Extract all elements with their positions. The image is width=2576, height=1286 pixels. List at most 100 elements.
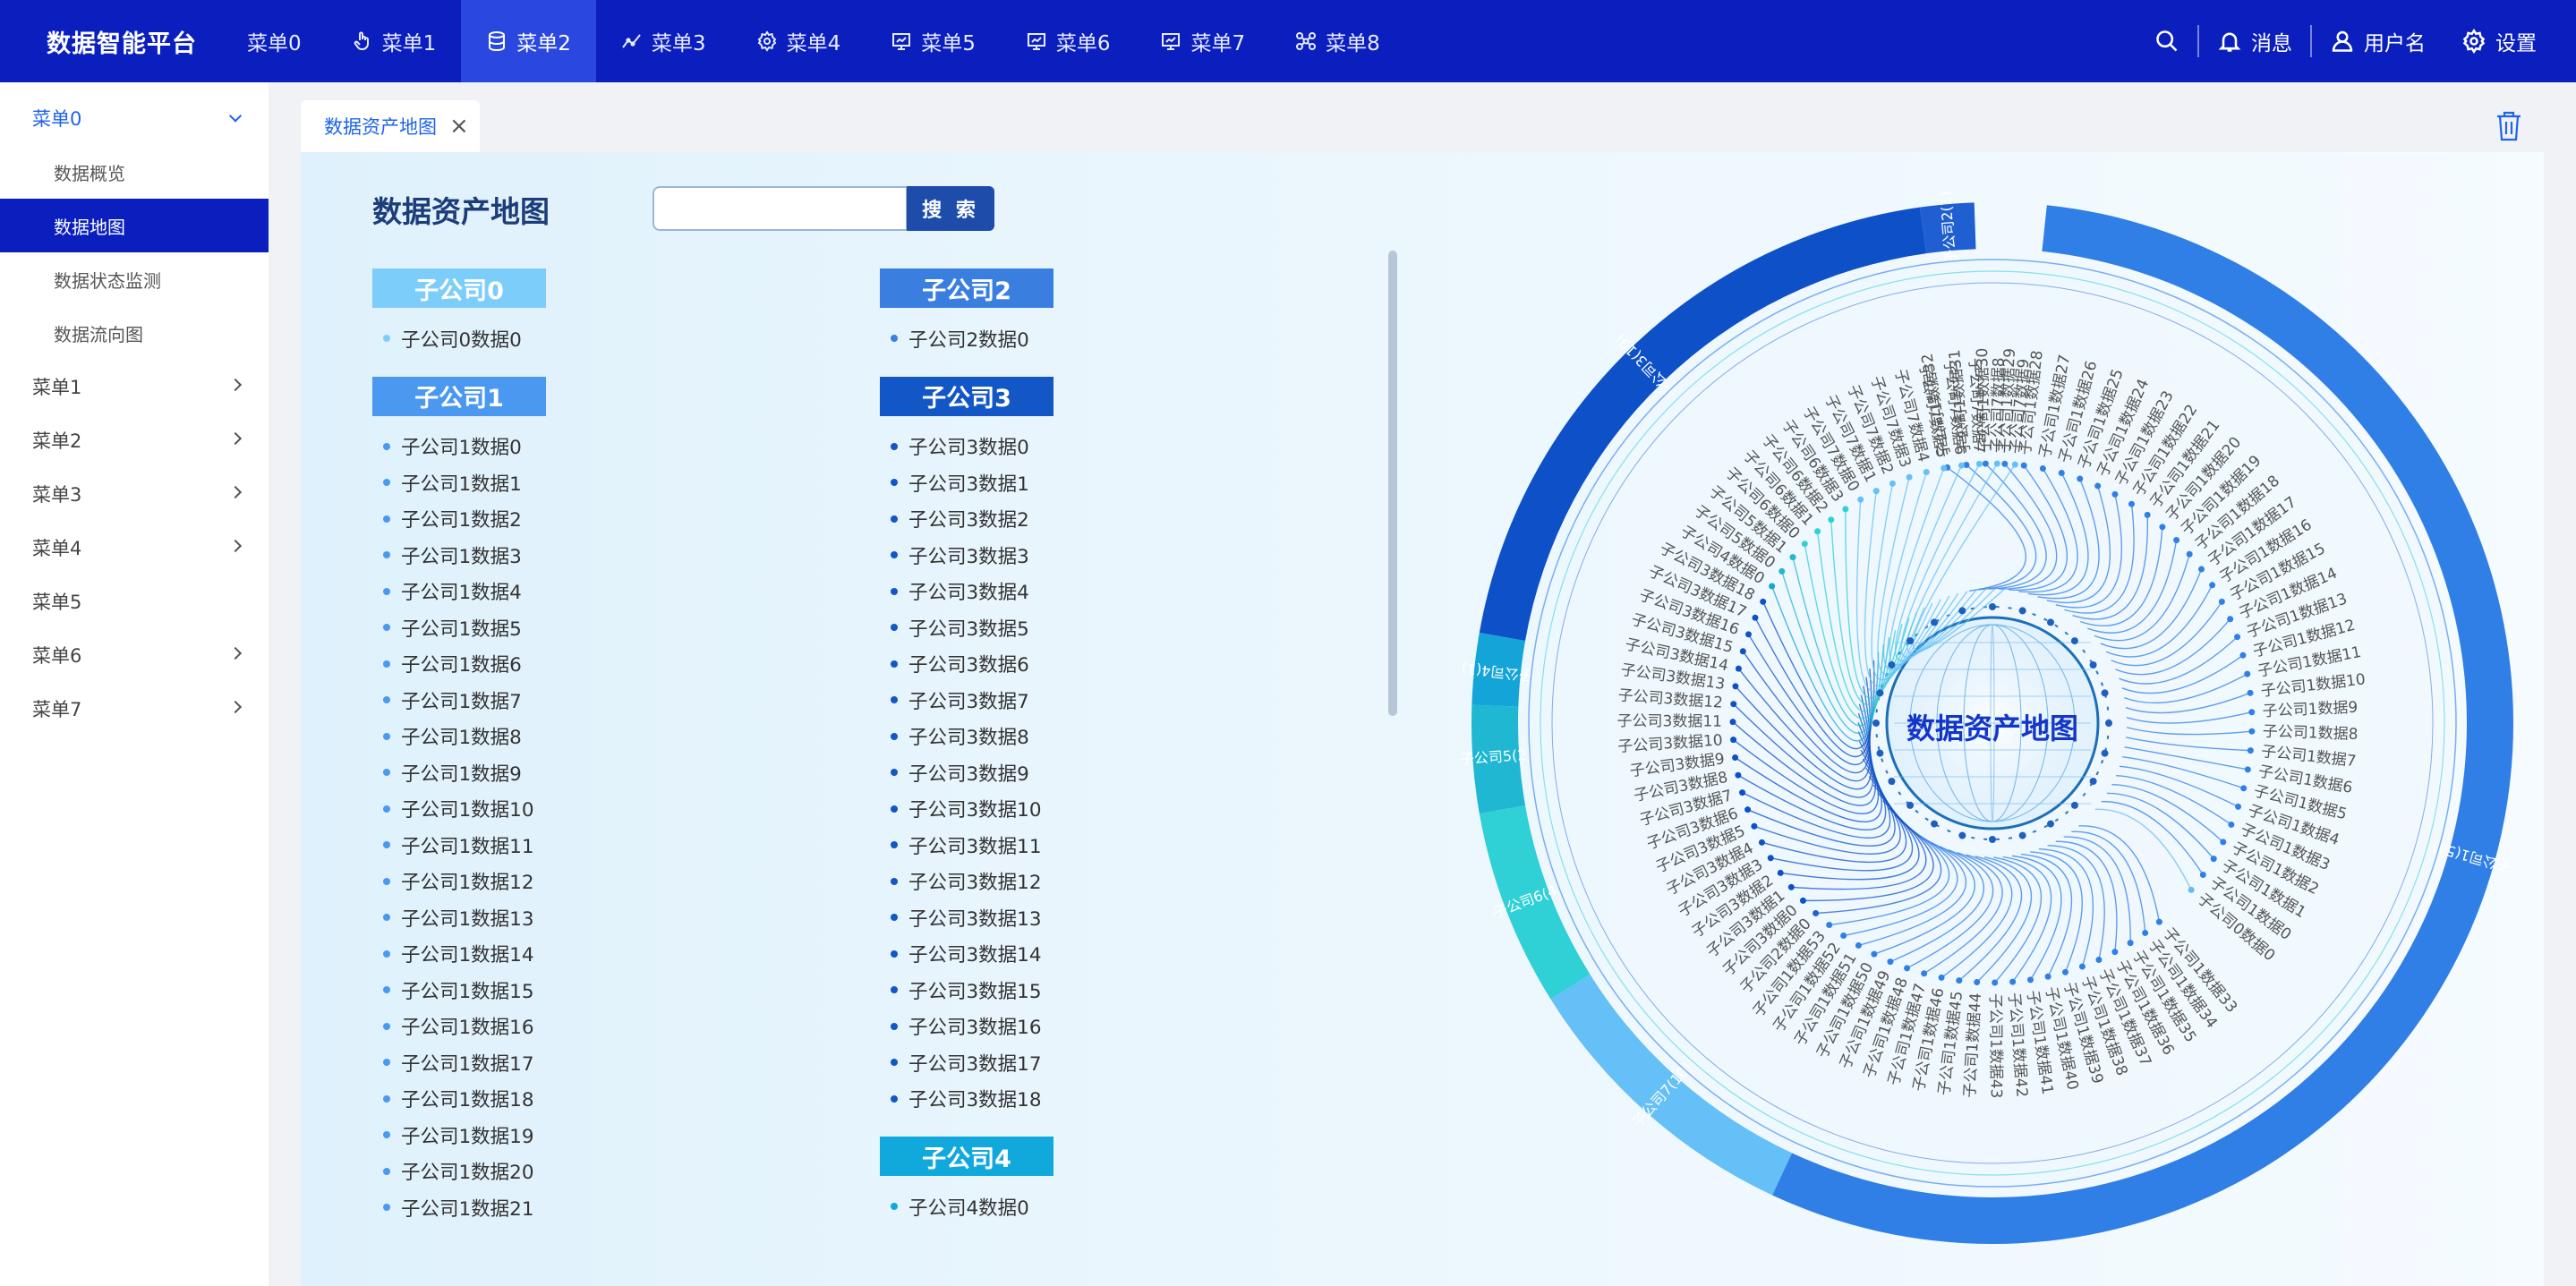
close-icon[interactable]: × <box>449 115 469 138</box>
list-item[interactable]: 子公司2数据0 <box>880 320 1301 357</box>
list-item[interactable]: 子公司1数据0 <box>372 429 793 465</box>
list-item[interactable]: 子公司3数据18 <box>880 1081 1301 1118</box>
company-header[interactable]: 子公司2 <box>880 268 1053 308</box>
leaf-node <box>2240 785 2248 792</box>
sidebar-item-menu1[interactable]: 菜单1 <box>0 360 269 413</box>
list-item[interactable]: 子公司0数据0 <box>372 320 793 357</box>
list-item-label: 子公司3数据12 <box>908 872 1042 895</box>
sidebar-item-menu5[interactable]: 菜单5 <box>0 575 269 628</box>
leaf-node <box>2077 475 2084 482</box>
list-item[interactable]: 子公司3数据5 <box>880 609 1301 646</box>
line-chart-icon <box>622 34 641 48</box>
tab-data-asset-map[interactable]: 数据资产地图 × <box>301 100 480 152</box>
list-item[interactable]: 子公司3数据4 <box>880 574 1301 610</box>
clear-tabs-button[interactable] <box>2494 109 2524 143</box>
list-item[interactable]: 子公司1数据18 <box>372 1081 793 1118</box>
list-item[interactable]: 子公司3数据11 <box>880 827 1301 864</box>
company-header[interactable]: 子公司0 <box>372 268 546 308</box>
top-menu-item-8[interactable]: 菜单8 <box>1270 0 1405 82</box>
list-item[interactable]: 子公司1数据3 <box>372 537 793 574</box>
list-item[interactable]: 子公司1数据9 <box>372 754 793 791</box>
list-item[interactable]: 子公司3数据16 <box>880 1009 1301 1045</box>
search-button[interactable] <box>2137 29 2197 54</box>
top-menu-item-1[interactable]: 菜单1 <box>327 0 462 82</box>
search-input[interactable] <box>654 188 906 229</box>
company-header[interactable]: 子公司1 <box>372 376 546 416</box>
list-item[interactable]: 子公司3数据13 <box>880 899 1301 936</box>
list-item[interactable]: 子公司1数据8 <box>372 719 793 755</box>
sidebar-subitem-overview[interactable]: 数据概览 <box>0 145 269 199</box>
list-item-label: 子公司3数据13 <box>908 907 1042 931</box>
list-item[interactable]: 子公司3数据1 <box>880 464 1301 501</box>
list-item[interactable]: 子公司1数据17 <box>372 1044 793 1081</box>
sidebar-item-menu4[interactable]: 菜单4 <box>0 521 269 575</box>
sidebar-subitem-status-monitor[interactable]: 数据状态监测 <box>0 252 269 306</box>
list-item-label: 子公司1数据12 <box>401 872 534 895</box>
list-item[interactable]: 子公司1数据16 <box>372 1009 793 1045</box>
sidebar-subitem-flow[interactable]: 数据流向图 <box>0 306 269 360</box>
leaf-node <box>2058 469 2065 476</box>
list-item[interactable]: 子公司3数据12 <box>880 864 1301 900</box>
list-item[interactable]: 子公司1数据21 <box>372 1189 793 1226</box>
user-menu[interactable]: 用户名 <box>2312 26 2444 56</box>
messages-button[interactable]: 消息 <box>2199 26 2310 56</box>
scrollbar[interactable] <box>1388 251 1397 716</box>
list-item[interactable]: 子公司1数据12 <box>372 864 793 900</box>
list-item[interactable]: 子公司1数据13 <box>372 899 793 936</box>
list-item[interactable]: 子公司3数据17 <box>880 1044 1301 1081</box>
top-menu-item-5[interactable]: 菜单5 <box>866 0 1001 82</box>
list-item[interactable]: 子公司3数据15 <box>880 972 1301 1009</box>
top-menu-item-0[interactable]: 菜单0 <box>222 0 327 82</box>
top-menu-item-6[interactable]: 菜单6 <box>1001 0 1136 82</box>
bullet-icon <box>891 515 898 523</box>
settings-button[interactable]: 设置 <box>2444 26 2555 56</box>
search-submit-button[interactable]: 搜 索 <box>907 186 994 231</box>
list-item[interactable]: 子公司1数据11 <box>372 827 793 864</box>
top-menu-item-7[interactable]: 菜单7 <box>1135 0 1270 82</box>
top-menu-item-2[interactable]: 菜单2 <box>461 0 596 82</box>
list-item[interactable]: 子公司1数据10 <box>372 791 793 828</box>
sidebar-item-menu2[interactable]: 菜单2 <box>0 413 269 467</box>
list-item[interactable]: 子公司3数据14 <box>880 936 1301 973</box>
list-item[interactable]: 子公司1数据20 <box>372 1154 793 1190</box>
list-item[interactable]: 子公司3数据7 <box>880 682 1301 719</box>
leaf-node <box>2209 582 2216 589</box>
company-header[interactable]: 子公司4 <box>880 1137 1053 1176</box>
list-item[interactable]: 子公司3数据0 <box>880 429 1301 465</box>
list-item[interactable]: 子公司1数据15 <box>372 972 793 1009</box>
list-item-label: 子公司1数据5 <box>401 617 522 641</box>
list-item[interactable]: 子公司1数据2 <box>372 501 793 538</box>
list-item[interactable]: 子公司1数据14 <box>372 936 793 973</box>
list-item[interactable]: 子公司3数据6 <box>880 646 1301 683</box>
list-item[interactable]: 子公司1数据5 <box>372 609 793 646</box>
list-item[interactable]: 子公司3数据3 <box>880 537 1301 574</box>
list-item-label: 子公司1数据18 <box>401 1089 534 1112</box>
leaf-node <box>1871 950 1878 958</box>
sidebar-item-menu6[interactable]: 菜单6 <box>0 628 269 682</box>
list-item-label: 子公司1数据15 <box>401 980 534 1003</box>
sidebar-subitem-data-map[interactable]: 数据地图 <box>0 199 269 252</box>
list-item[interactable]: 子公司1数据1 <box>372 464 793 501</box>
list-item[interactable]: 子公司1数据7 <box>372 682 793 719</box>
sidebar-item-menu7[interactable]: 菜单7 <box>0 682 269 736</box>
top-menu-label: 菜单6 <box>1055 32 1111 55</box>
list-item[interactable]: 子公司3数据8 <box>880 719 1301 755</box>
list-item[interactable]: 子公司3数据9 <box>880 754 1301 791</box>
list-item[interactable]: 子公司1数据19 <box>372 1117 793 1154</box>
list-item[interactable]: 子公司4数据0 <box>880 1188 1301 1225</box>
list-item-label: 子公司1数据3 <box>401 545 522 568</box>
search-field[interactable] <box>653 186 908 231</box>
sidebar-item-menu0[interactable]: 菜单0 <box>0 91 269 145</box>
list-item[interactable]: 子公司3数据2 <box>880 501 1301 538</box>
leaf-node <box>2128 500 2135 507</box>
bullet-icon <box>383 950 390 958</box>
list-item[interactable]: 子公司1数据4 <box>372 574 793 610</box>
list-item[interactable]: 子公司3数据10 <box>880 791 1301 828</box>
list-item[interactable]: 子公司1数据6 <box>372 646 793 683</box>
sidebar-item-menu3[interactable]: 菜单3 <box>0 467 269 521</box>
leaf-node <box>1752 614 1759 621</box>
top-menu-item-3[interactable]: 菜单3 <box>596 0 731 82</box>
company-header[interactable]: 子公司3 <box>880 376 1053 416</box>
sidebar-subitem-label: 数据流向图 <box>54 323 143 345</box>
top-menu-item-4[interactable]: 菜单4 <box>731 0 866 82</box>
